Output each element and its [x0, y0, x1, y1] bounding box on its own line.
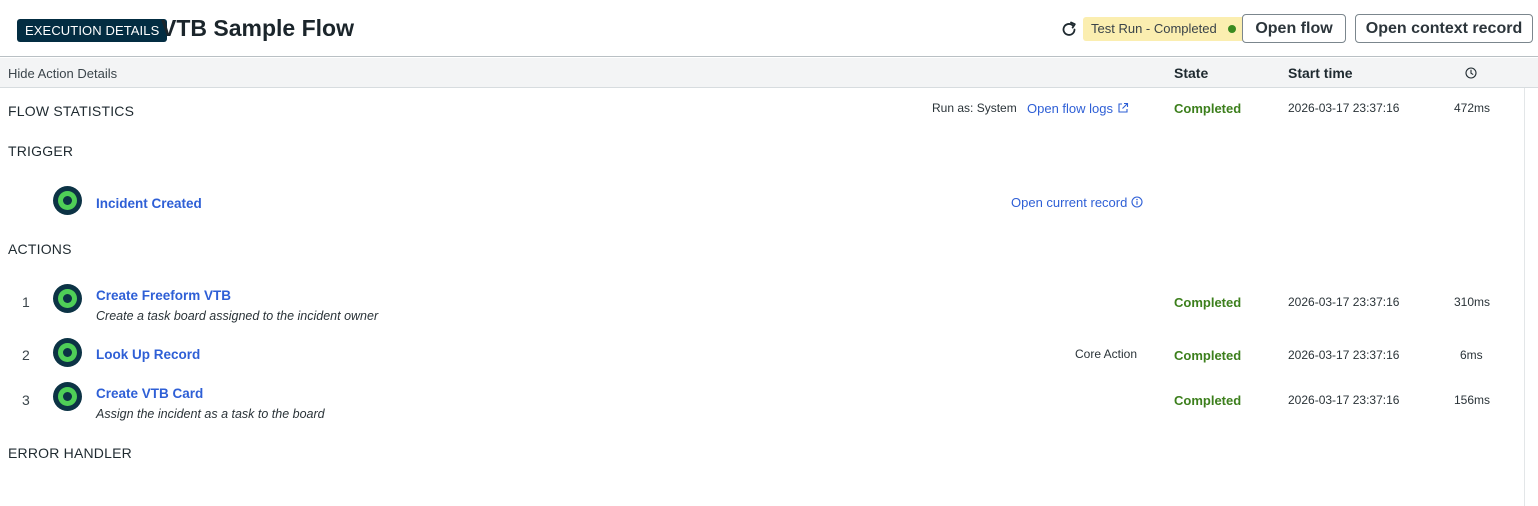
action-number: 2 [22, 347, 30, 363]
open-current-record-link[interactable]: Open current record [1011, 195, 1143, 210]
run-status-label: Test Run - Completed [1091, 21, 1217, 36]
action-start-time: 2026-03-17 23:37:16 [1288, 348, 1400, 362]
flow-start-time: 2026-03-17 23:37:16 [1288, 101, 1400, 115]
action-type-label: Core Action [1075, 347, 1138, 361]
run-as-label: Run as: System [932, 101, 1017, 115]
action-name-link[interactable]: Look Up Record [96, 347, 200, 362]
action-duration: 6ms [1460, 348, 1483, 362]
action-duration: 310ms [1454, 295, 1491, 309]
action-number: 3 [22, 392, 30, 408]
flow-statistics-heading: FLOW STATISTICS [8, 103, 135, 119]
scroll-divider [1524, 88, 1525, 506]
open-flow-logs-label: Open flow logs [1027, 101, 1113, 116]
action-description: Create a task board assigned to the inci… [96, 309, 379, 323]
error-handler-heading: ERROR HANDLER [8, 445, 132, 461]
action-state: Completed [1174, 348, 1242, 363]
action-step-icon [53, 382, 82, 411]
state-column-header: State [1174, 65, 1209, 81]
start-time-column-header: Start time [1288, 65, 1353, 81]
action-state: Completed [1174, 393, 1242, 408]
external-link-icon [1118, 102, 1128, 113]
action-start-time: 2026-03-17 23:37:16 [1288, 393, 1400, 407]
page-header: EXECUTION DETAILS VTB Sample Flow Test R… [0, 0, 1538, 57]
actions-heading: ACTIONS [8, 241, 72, 257]
column-header-bar: Hide Action Details State Start time [0, 58, 1538, 88]
action-state: Completed [1174, 295, 1242, 310]
clock-icon [1465, 67, 1477, 79]
trigger-step-icon [53, 186, 82, 215]
execution-details-badge: EXECUTION DETAILS [17, 19, 168, 42]
action-description: Assign the incident as a task to the boa… [96, 407, 325, 421]
action-start-time: 2026-03-17 23:37:16 [1288, 295, 1400, 309]
open-current-record-label: Open current record [1011, 195, 1128, 210]
action-step-icon [53, 338, 82, 367]
status-dot-icon [1227, 25, 1236, 33]
page-title: VTB Sample Flow [161, 15, 354, 41]
flow-state: Completed [1174, 101, 1242, 116]
action-step-icon [53, 284, 82, 313]
open-context-record-button[interactable]: Open context record [1355, 14, 1533, 43]
action-duration: 156ms [1454, 393, 1491, 407]
info-icon [1131, 196, 1143, 208]
trigger-heading: TRIGGER [8, 143, 74, 159]
action-name-link[interactable]: Create Freeform VTB [96, 288, 231, 303]
open-flow-button[interactable]: Open flow [1242, 14, 1346, 43]
run-status-badge: Test Run - Completed [1083, 17, 1245, 41]
flow-duration: 472ms [1454, 101, 1491, 115]
trigger-name-link[interactable]: Incident Created [96, 196, 202, 211]
action-name-link[interactable]: Create VTB Card [96, 386, 203, 401]
open-flow-logs-link[interactable]: Open flow logs [1027, 101, 1129, 116]
action-number: 1 [22, 294, 30, 310]
refresh-icon[interactable] [1059, 19, 1079, 39]
hide-action-details-toggle[interactable]: Hide Action Details [8, 66, 117, 81]
